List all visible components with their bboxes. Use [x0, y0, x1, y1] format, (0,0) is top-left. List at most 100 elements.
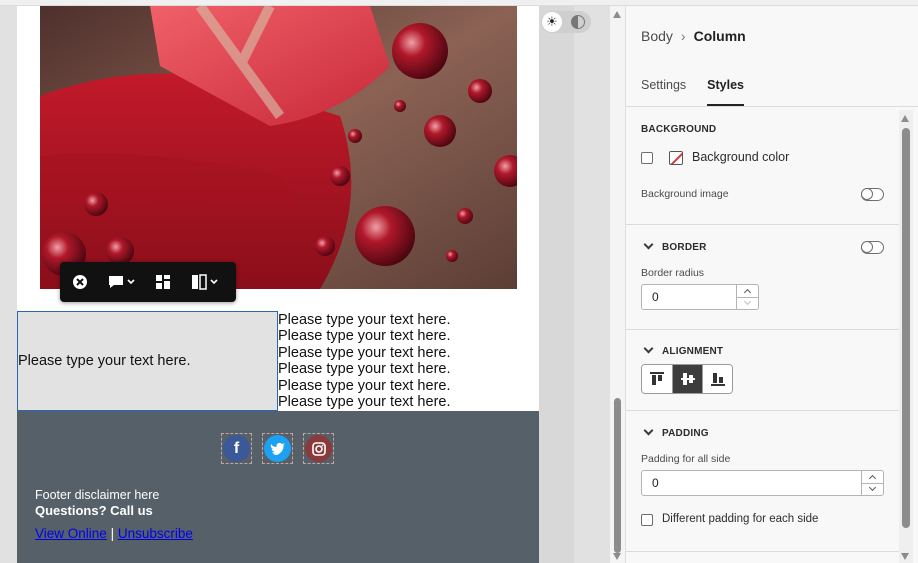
- different-padding-label: Different padding for each side: [662, 513, 819, 525]
- no-color-swatch-icon[interactable]: [669, 151, 683, 165]
- footer-links: View Online | Unsubscribe: [35, 526, 193, 541]
- comment-icon: [109, 276, 123, 288]
- background-section-title: BACKGROUND: [641, 124, 717, 135]
- chevron-down-icon: [210, 279, 218, 285]
- email-footer[interactable]: f Footer disclaimer here Questions? Call…: [17, 411, 539, 563]
- scroll-thumb[interactable]: [614, 398, 621, 553]
- twitter-icon: [264, 435, 291, 462]
- section-divider: [626, 410, 899, 411]
- align-middle-button[interactable]: [672, 365, 702, 393]
- border-section-title: BORDER: [662, 242, 707, 253]
- text-line[interactable]: Please type your text here.: [278, 312, 539, 328]
- align-top-button[interactable]: [642, 365, 672, 393]
- increment-button[interactable]: [737, 285, 758, 297]
- padding-all-value[interactable]: 0: [642, 471, 861, 495]
- section-divider: [626, 224, 899, 225]
- chevron-down-icon: [868, 484, 877, 492]
- background-image-toggle[interactable]: [860, 187, 884, 201]
- chevron-up-icon: [868, 474, 877, 482]
- border-radius-value[interactable]: 0: [642, 285, 736, 309]
- view-online-link[interactable]: View Online: [35, 526, 107, 541]
- text-line[interactable]: Please type your text here.: [278, 328, 539, 344]
- comment-button[interactable]: [108, 275, 135, 289]
- text-line[interactable]: Please type your text here.: [278, 361, 539, 377]
- padding-all-field[interactable]: 0: [641, 470, 884, 496]
- increment-button[interactable]: [862, 471, 883, 483]
- social-links: f: [221, 433, 334, 464]
- scroll-down-arrow-icon[interactable]: [613, 553, 621, 560]
- section-divider: [626, 551, 899, 552]
- close-circle-icon: [73, 275, 87, 289]
- layout-button[interactable]: [155, 274, 171, 290]
- scroll-up-arrow-icon[interactable]: [613, 11, 621, 18]
- chevron-down-icon: [743, 298, 752, 306]
- instagram-link[interactable]: [303, 433, 334, 464]
- alignment-section-header[interactable]: ALIGNMENT: [643, 343, 723, 357]
- panel-scrollbar[interactable]: [899, 110, 913, 563]
- padding-section-title: PADDING: [662, 428, 709, 439]
- padding-stepper: [861, 471, 883, 495]
- text-line[interactable]: Please type your text here.: [278, 345, 539, 361]
- background-color-label: Background color: [692, 150, 790, 164]
- align-bottom-icon: [710, 373, 725, 386]
- link-separator: |: [110, 526, 115, 541]
- border-section-header[interactable]: BORDER: [643, 239, 707, 253]
- different-padding-checkbox[interactable]: [641, 514, 653, 526]
- background-color-checkbox[interactable]: [641, 152, 653, 164]
- contrast-icon: [571, 15, 585, 29]
- canvas-gutter: [539, 6, 574, 563]
- background-image-label: Background image: [641, 188, 729, 200]
- footer-disclaimer: Footer disclaimer here: [35, 488, 160, 502]
- column-text[interactable]: Please type your text here.: [18, 353, 191, 369]
- chevron-down-icon: [643, 343, 654, 354]
- decrement-button[interactable]: [862, 482, 883, 496]
- element-toolbar: [60, 262, 236, 302]
- border-radius-field[interactable]: 0: [641, 284, 759, 310]
- breadcrumb-separator-icon: ›: [680, 28, 686, 44]
- instagram-icon: [305, 435, 332, 462]
- chevron-down-icon: [643, 239, 654, 250]
- align-bottom-button[interactable]: [702, 365, 732, 393]
- tabs-divider: [626, 106, 918, 107]
- chevron-down-icon: [127, 279, 135, 285]
- alignment-button-group: [641, 364, 733, 394]
- tab-settings[interactable]: Settings: [641, 78, 686, 106]
- text-line[interactable]: Please type your text here.: [278, 378, 539, 394]
- hero-image-graphic: [40, 6, 517, 289]
- decrement-button[interactable]: [737, 296, 758, 310]
- align-middle-icon: [680, 373, 695, 385]
- scroll-up-arrow-icon[interactable]: [901, 115, 909, 122]
- facebook-icon: f: [223, 435, 250, 462]
- breadcrumb: Body › Column: [641, 28, 746, 44]
- border-radius-stepper: [736, 285, 758, 309]
- layout-grid-icon: [156, 275, 170, 289]
- chevron-up-icon: [743, 288, 752, 296]
- text-line[interactable]: Please type your text here.: [278, 394, 539, 410]
- theme-toggle[interactable]: ☀: [541, 11, 591, 33]
- selected-column[interactable]: Please type your text here.: [17, 311, 278, 411]
- footer-callus: Questions? Call us: [35, 503, 153, 518]
- top-divider: [0, 0, 918, 6]
- remove-button[interactable]: [72, 274, 88, 290]
- breadcrumb-current: Column: [693, 28, 746, 44]
- twitter-link[interactable]: [262, 433, 293, 464]
- padding-section-header[interactable]: PADDING: [643, 425, 709, 439]
- right-column[interactable]: Please type your text here. Please type …: [278, 311, 539, 411]
- section-divider: [626, 329, 899, 330]
- scroll-down-arrow-icon[interactable]: [901, 553, 909, 560]
- panel-scroll-thumb[interactable]: [902, 128, 910, 528]
- properties-panel: Body › Column Settings Styles BACKGROUND…: [625, 6, 918, 563]
- email-canvas: Please type your text here. Please type …: [0, 0, 610, 563]
- unsubscribe-link[interactable]: Unsubscribe: [118, 526, 193, 541]
- hero-image[interactable]: [40, 6, 517, 289]
- canvas-scrollbar[interactable]: [610, 6, 625, 563]
- border-radius-label: Border radius: [641, 267, 705, 279]
- two-column-row: Please type your text here. Please type …: [17, 311, 539, 411]
- sun-icon: ☀: [542, 12, 562, 32]
- columns-button[interactable]: [191, 274, 218, 290]
- email-body[interactable]: Please type your text here. Please type …: [17, 6, 539, 563]
- border-toggle[interactable]: [860, 240, 884, 254]
- tab-styles[interactable]: Styles: [707, 78, 745, 106]
- breadcrumb-parent[interactable]: Body: [641, 28, 673, 44]
- facebook-link[interactable]: f: [221, 433, 252, 464]
